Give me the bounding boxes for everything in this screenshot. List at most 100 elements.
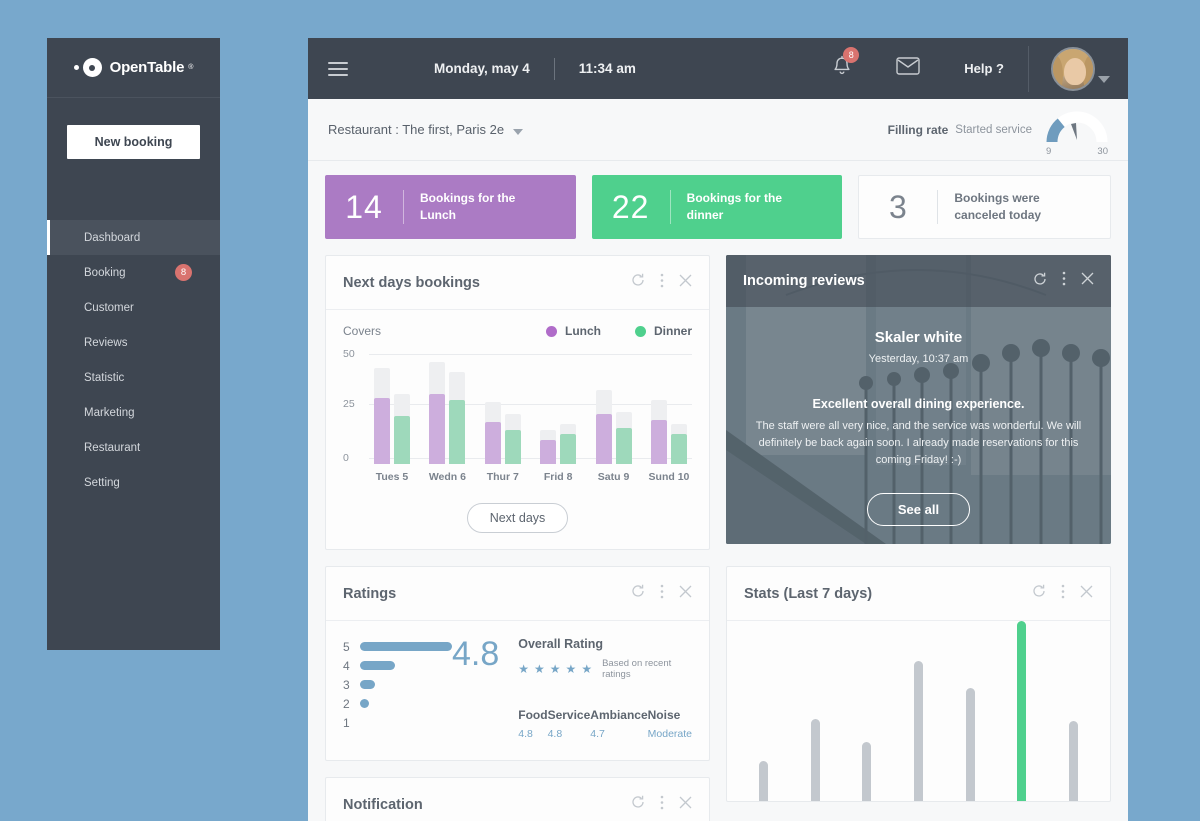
- stats-bar[interactable]: [913, 661, 923, 801]
- notifications-button[interactable]: 8: [832, 47, 860, 82]
- bar-dinner[interactable]: [449, 354, 466, 464]
- stats-bar[interactable]: [810, 719, 820, 801]
- bar-lunch[interactable]: [429, 354, 446, 464]
- kpi-card-dinner[interactable]: 22 Bookings for the dinner: [591, 175, 843, 239]
- sidebar-item-customer[interactable]: Customer: [47, 290, 220, 325]
- bar-group-satu-9: [591, 354, 637, 464]
- bar-dinner[interactable]: [615, 354, 632, 464]
- sub-rating-value: 4.7: [590, 728, 605, 740]
- stats-bar-highlighted[interactable]: [1017, 621, 1027, 801]
- rating-level: 3: [343, 677, 350, 692]
- rating-row-2: 2: [343, 694, 452, 713]
- more-icon[interactable]: [660, 584, 664, 604]
- sub-rating-label: Noise: [647, 708, 681, 722]
- card-actions: [631, 795, 692, 815]
- close-icon[interactable]: [679, 796, 692, 814]
- sidebar-item-dashboard[interactable]: Dashboard: [47, 220, 220, 255]
- bar-dinner[interactable]: [560, 354, 577, 464]
- bar-group-frid-8: [535, 354, 581, 464]
- sub-rating-food: Food 4.8: [518, 708, 547, 740]
- chart-ylabel: Covers: [343, 324, 382, 338]
- refresh-icon[interactable]: [631, 584, 645, 603]
- divider: [669, 190, 671, 224]
- new-booking-button[interactable]: New booking: [67, 125, 200, 159]
- rating-row-3: 3: [343, 675, 452, 694]
- sub-rating-value: 4.8: [518, 728, 533, 740]
- next-days-bookings-card: Next days bookings Covers Lunch Dinner 5…: [325, 255, 710, 550]
- sidebar-item-label: Marketing: [84, 406, 135, 419]
- more-icon[interactable]: [660, 795, 664, 815]
- rating-level: 1: [343, 715, 350, 730]
- divider: [553, 57, 555, 80]
- filling-rate-area: Filling rate Started service 9 30: [888, 104, 1108, 157]
- kpi-value: 14: [345, 188, 383, 225]
- stars-row: ★ ★ ★ ★ ★ Based on recent ratings: [518, 658, 692, 680]
- bar-lunch[interactable]: [374, 354, 390, 464]
- sidebar-item-reviews[interactable]: Reviews: [47, 325, 220, 360]
- current-date: Monday, may 4: [434, 61, 530, 76]
- more-icon[interactable]: [1062, 271, 1066, 291]
- close-icon[interactable]: [679, 585, 692, 603]
- refresh-icon[interactable]: [631, 795, 645, 814]
- divider: [1028, 45, 1029, 92]
- user-menu[interactable]: [1051, 46, 1110, 91]
- next-days-button[interactable]: Next days: [466, 503, 569, 533]
- restaurant-strip: Restaurant : The first, Paris 2e Filling…: [308, 99, 1128, 161]
- stats-bar[interactable]: [862, 742, 872, 801]
- chart-plot-area: 50 25 0: [343, 348, 692, 464]
- sidebar-item-setting[interactable]: Setting: [47, 465, 220, 500]
- sidebar-item-restaurant[interactable]: Restaurant: [47, 430, 220, 465]
- bar-dinner[interactable]: [394, 354, 410, 464]
- sidebar-item-label: Booking: [84, 266, 126, 279]
- bar-dinner[interactable]: [670, 354, 687, 464]
- kpi-card-canceled[interactable]: 3 Bookings were canceled today: [858, 175, 1112, 239]
- overall-score-area: 4.8: [452, 637, 518, 740]
- gauge-max-label: 30: [1097, 145, 1108, 157]
- card-actions: [631, 273, 692, 293]
- kpi-label: Bookings for the dinner: [686, 190, 783, 222]
- rating-bar: [360, 680, 375, 689]
- bar-dinner[interactable]: [504, 354, 521, 464]
- stats-bar[interactable]: [965, 688, 975, 801]
- main-panel: Monday, may 4 11:34 am 8 Help ? Restaura…: [308, 38, 1128, 821]
- bar-lunch[interactable]: [595, 354, 612, 464]
- rating-bar: [360, 699, 369, 708]
- x-tick-label: Satu 9: [597, 471, 630, 483]
- sidebar-item-statistic[interactable]: Statistic: [47, 360, 220, 395]
- refresh-icon[interactable]: [1033, 272, 1047, 291]
- stats-bar[interactable]: [759, 761, 768, 801]
- rating-level: 5: [343, 639, 350, 654]
- sub-rating-label: Ambiance: [590, 708, 648, 722]
- close-icon[interactable]: [1080, 585, 1093, 603]
- restaurant-selector[interactable]: Restaurant : The first, Paris 2e: [328, 122, 504, 137]
- app-root: OpenTable ® New booking Dashboard Bookin…: [0, 0, 1200, 821]
- more-icon[interactable]: [1061, 584, 1065, 604]
- chevron-down-icon[interactable]: [513, 129, 524, 135]
- legend-dot-icon: [634, 325, 646, 337]
- kpi-label: Bookings for the Lunch: [420, 190, 516, 222]
- close-icon[interactable]: [679, 274, 692, 292]
- hamburger-menu-icon[interactable]: [328, 58, 348, 80]
- see-all-button[interactable]: See all: [866, 493, 971, 527]
- bar-lunch[interactable]: [540, 354, 557, 464]
- close-icon[interactable]: [1081, 272, 1094, 290]
- more-icon[interactable]: [660, 273, 664, 293]
- legend-label: Lunch: [564, 324, 601, 338]
- kpi-value: 22: [611, 188, 650, 225]
- sidebar-item-booking[interactable]: Booking 8: [47, 255, 220, 290]
- sub-rating-value: 4.8: [547, 728, 563, 740]
- card-title: Notification: [343, 796, 423, 813]
- bar-lunch[interactable]: [484, 354, 501, 464]
- sub-rating-value: Moderate: [647, 728, 692, 740]
- stats-card: Stats (Last 7 days): [726, 566, 1111, 802]
- sidebar-item-marketing[interactable]: Marketing: [47, 395, 220, 430]
- messages-button[interactable]: [896, 57, 920, 80]
- refresh-icon[interactable]: [1032, 584, 1046, 603]
- bar-lunch[interactable]: [650, 354, 667, 464]
- brand-logo: OpenTable ®: [47, 38, 220, 98]
- kpi-card-lunch[interactable]: 14 Bookings for the Lunch: [325, 175, 576, 239]
- star-icon: ★: [565, 662, 577, 676]
- stats-bar[interactable]: [1068, 721, 1078, 801]
- refresh-icon[interactable]: [631, 273, 645, 292]
- help-button[interactable]: Help ?: [964, 61, 1004, 76]
